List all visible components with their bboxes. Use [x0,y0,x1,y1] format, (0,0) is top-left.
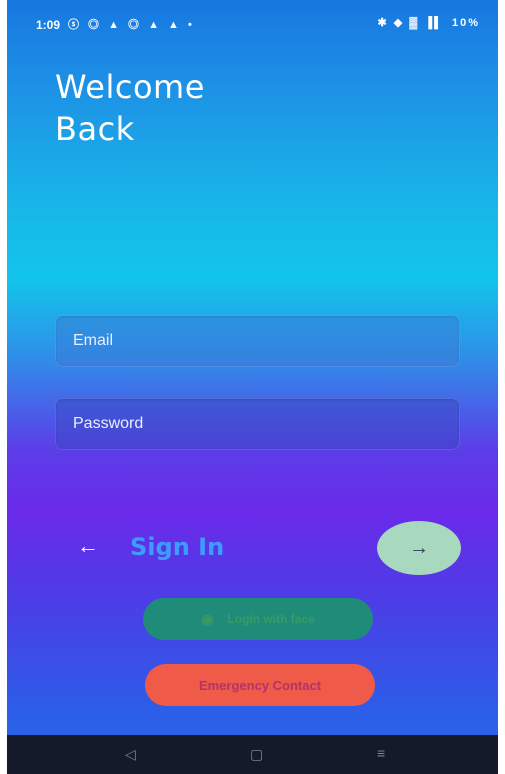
arrow-right-icon: → [409,536,429,559]
notification-icons: ⓢ ◎ ▲ ◎ ▲ ▲ • [68,19,195,31]
emergency-contact-label: Emergency Contact [198,677,322,693]
emergency-contact-button[interactable]: Emergency Contact [145,664,375,706]
back-arrow-icon[interactable]: ← [77,533,99,559]
nav-recent-apps-icon[interactable]: ≡ [377,745,385,761]
nav-back-icon[interactable]: ◁ [125,746,136,763]
password-placeholder: Password [73,415,144,432]
signal-icons: ✱ ◆ ▓ ▐▌ [377,17,444,29]
status-time: 1:09 [36,18,61,32]
login-with-face-button[interactable]: ◉ Login with face [143,598,373,640]
login-screen: 1:09 ⓢ ◎ ▲ ◎ ▲ ▲ • ✱ ◆ ▓ ▐▌ 10% Welcome … [7,0,498,774]
email-field[interactable]: Email [55,315,460,367]
system-navigation-bar: ◁ ▢ ≡ [7,735,498,774]
page-title: Welcome Back [55,66,205,150]
face-id-icon: ◉ [201,610,214,627]
battery-level: 10% [451,17,480,29]
sign-in-label: Sign In [130,533,225,561]
nav-home-icon[interactable]: ▢ [250,746,263,763]
title-line-1: Welcome [55,68,205,106]
password-field[interactable]: Password [55,398,460,450]
system-status-icons: ✱ ◆ ▓ ▐▌ 10% [377,16,480,29]
email-placeholder: Email [73,332,114,349]
status-bar: 1:09 ⓢ ◎ ▲ ◎ ▲ ▲ • ✱ ◆ ▓ ▐▌ 10% [7,0,498,46]
login-with-face-label: Login with face [227,612,315,626]
sign-in-submit-button[interactable]: → [377,521,461,575]
title-line-2: Back [55,110,135,148]
